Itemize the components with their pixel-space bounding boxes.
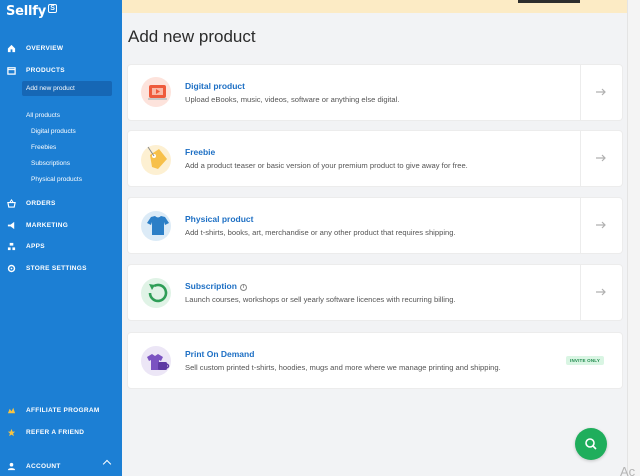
page-title: Add new product: [128, 27, 256, 46]
card-physical-product[interactable]: Physical product Add t-shirts, books, ar…: [128, 198, 622, 253]
card-subscription[interactable]: Subscription i Launch courses, workshops …: [128, 265, 622, 320]
nav-add-new-product[interactable]: Add new product: [22, 81, 112, 96]
scrollbar[interactable]: [627, 0, 640, 476]
nav-refer-a-friend-label: REFER A FRIEND: [26, 428, 85, 436]
sellfy-logo[interactable]: Sellfy S: [6, 4, 58, 19]
card-divider: [580, 265, 581, 320]
print-on-demand-icon: [141, 346, 171, 376]
box-icon: [7, 66, 16, 75]
nav-orders[interactable]: ORDERS: [0, 195, 122, 211]
top-banner: [122, 0, 627, 13]
nav-overview-label: OVERVIEW: [26, 44, 64, 52]
nav-refer-a-friend[interactable]: REFER A FRIEND: [0, 424, 122, 440]
card-digital-product-title: Digital product: [185, 81, 245, 91]
banner-button[interactable]: [518, 0, 580, 3]
recurring-icon: [141, 278, 171, 308]
digital-product-icon: [141, 77, 171, 107]
card-subscription-title: Subscription i: [185, 281, 247, 291]
nav-products-label: PRODUCTS: [26, 66, 65, 74]
card-physical-product-title: Physical product: [185, 214, 254, 224]
card-print-on-demand-desc: Sell custom printed t-shirts, hoodies, m…: [185, 363, 501, 372]
logo-badge: S: [48, 4, 58, 13]
card-subscription-desc: Launch courses, workshops or sell yearly…: [185, 295, 456, 304]
card-divider: [580, 198, 581, 253]
nav-digital-products[interactable]: Digital products: [31, 128, 76, 135]
megaphone-icon: [7, 221, 16, 230]
tag-icon: [141, 145, 171, 175]
nav-freebies[interactable]: Freebies: [31, 144, 56, 151]
card-physical-product-desc: Add t-shirts, books, art, merchandise or…: [185, 228, 456, 237]
nav-store-settings[interactable]: STORE SETTINGS: [0, 260, 122, 276]
logo-text: Sellfy: [6, 4, 47, 19]
nav-affiliate-program-label: AFFILIATE PROGRAM: [26, 406, 100, 414]
card-subscription-title-text: Subscription: [185, 281, 237, 291]
arrow-right-icon[interactable]: [594, 285, 608, 299]
arrow-right-icon[interactable]: [594, 85, 608, 99]
card-divider: [580, 65, 581, 120]
nav-overview[interactable]: OVERVIEW: [0, 40, 122, 56]
chat-search-icon: [585, 438, 597, 450]
apps-icon: [7, 242, 16, 251]
card-digital-product[interactable]: Digital product Upload eBooks, music, vi…: [128, 65, 622, 120]
card-print-on-demand[interactable]: Print On Demand Sell custom printed t-sh…: [128, 333, 622, 388]
info-icon[interactable]: i: [239, 284, 247, 291]
card-print-on-demand-title: Print On Demand: [185, 349, 255, 359]
nav-marketing[interactable]: MARKETING: [0, 217, 122, 233]
basket-icon: [7, 198, 16, 208]
nav-apps-label: APPS: [26, 242, 45, 250]
chat-button[interactable]: [575, 428, 607, 460]
tshirt-icon: [141, 211, 171, 241]
nav-subscriptions[interactable]: Subscriptions: [31, 160, 70, 167]
gear-icon: [7, 264, 16, 273]
arrow-right-icon[interactable]: [594, 218, 608, 232]
card-divider: [580, 131, 581, 186]
nav-account-label: ACCOUNT: [26, 462, 61, 470]
invite-only-badge: INVITE ONLY: [566, 356, 605, 365]
nav-account[interactable]: ACCOUNT: [0, 458, 122, 474]
nav-orders-label: ORDERS: [26, 199, 56, 207]
card-freebie[interactable]: Freebie Add a product teaser or basic ve…: [128, 131, 622, 186]
nav-products[interactable]: PRODUCTS: [0, 62, 122, 78]
nav-store-settings-label: STORE SETTINGS: [26, 264, 87, 272]
user-icon: [7, 462, 16, 471]
nav-marketing-label: MARKETING: [26, 221, 69, 229]
home-icon: [7, 44, 16, 53]
activation-watermark-text: Ac: [620, 464, 636, 476]
nav-add-new-product-label: Add new product: [26, 85, 75, 92]
card-digital-product-desc: Upload eBooks, music, videos, software o…: [185, 95, 400, 104]
sidebar: Sellfy S OVERVIEW PRODUCTS Add new produ…: [0, 0, 122, 476]
affiliate-icon: [7, 406, 16, 415]
nav-physical-products[interactable]: Physical products: [31, 176, 82, 183]
nav-all-products[interactable]: All products: [26, 112, 60, 119]
card-freebie-desc: Add a product teaser or basic version of…: [185, 161, 468, 170]
nav-apps[interactable]: APPS: [0, 238, 122, 254]
card-freebie-title: Freebie: [185, 147, 216, 157]
arrow-right-icon[interactable]: [594, 151, 608, 165]
gift-icon: [7, 428, 16, 437]
nav-affiliate-program[interactable]: AFFILIATE PROGRAM: [0, 402, 122, 418]
